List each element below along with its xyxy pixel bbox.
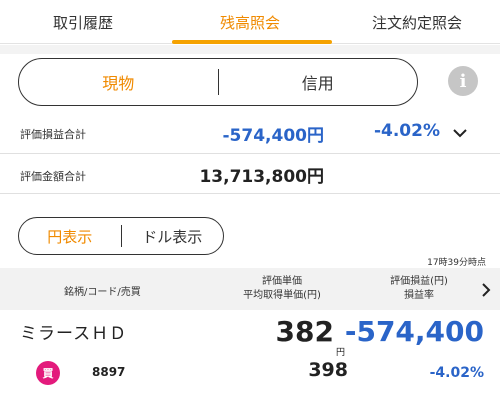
tab-order-execution-inquiry[interactable]: 注文約定照会 xyxy=(334,0,500,44)
pl-total-label: 評価損益合計 xyxy=(20,128,86,141)
valuation-price: 382 xyxy=(275,315,334,348)
market-value-total-label: 評価金額合計 xyxy=(20,170,86,183)
pl-total-value: -574,400円 xyxy=(222,126,325,146)
tab-balance-inquiry[interactable]: 残高照会 xyxy=(166,0,334,44)
price-unit: 円 xyxy=(336,348,346,358)
account-type-toggle: 現物 信用 xyxy=(18,58,418,106)
holdings-table-header: 銘柄/コード/売買 評価単価 平均取得単価(円) 評価損益(円) 損益率 xyxy=(0,268,500,310)
top-tab-bar: 取引履歴 残高照会 注文約定照会 xyxy=(0,0,500,44)
header-pl-ratio: 損益率 xyxy=(404,290,434,301)
security-name: ミラースＨＤ xyxy=(20,324,128,344)
currency-dollar-option[interactable]: ドル表示 xyxy=(122,226,224,247)
currency-yen-option[interactable]: 円表示 xyxy=(19,226,121,247)
header-valuation-pl: 評価損益(円) xyxy=(390,276,448,287)
tab-transaction-history[interactable]: 取引履歴 xyxy=(0,0,166,44)
market-value-total-value: 13,713,800円 xyxy=(199,167,324,187)
as-of-timestamp: 17時39分時点 xyxy=(427,258,486,268)
section-divider xyxy=(0,45,500,54)
security-code: 8897 xyxy=(92,365,126,379)
header-pl-rate: 評価損益(円) 損益率 xyxy=(372,275,466,303)
active-tab-indicator xyxy=(172,40,332,44)
valuation-pl: -574,400 xyxy=(344,315,484,348)
holding-row[interactable]: ミラースＨＤ 382 円 -574,400 買 8897 398 -4.02% xyxy=(0,311,500,405)
chevron-right-icon[interactable] xyxy=(480,283,492,297)
pl-summary-row[interactable]: 評価損益合計 -574,400円 -4.02% xyxy=(0,112,500,154)
currency-display-toggle: 円表示 ドル表示 xyxy=(18,217,224,255)
account-type-margin-option[interactable]: 信用 xyxy=(219,59,418,105)
account-type-cash-option[interactable]: 現物 xyxy=(19,59,218,105)
header-security-code-side: 銘柄/コード/売買 xyxy=(64,287,141,298)
header-valuation-price: 評価単価 xyxy=(262,276,302,287)
info-icon[interactable]: i xyxy=(448,66,478,96)
buy-side-badge: 買 xyxy=(36,361,60,385)
pl-rate: -4.02% xyxy=(429,365,484,381)
chevron-down-icon[interactable] xyxy=(452,125,468,141)
header-average-cost: 平均取得単価(円) xyxy=(243,290,321,301)
pl-rate-value: -4.02% xyxy=(373,121,440,141)
average-cost: 398 xyxy=(308,359,348,381)
header-price-cost: 評価単価 平均取得単価(円) xyxy=(232,275,332,303)
market-value-summary-row: 評価金額合計 13,713,800円 xyxy=(0,154,500,194)
